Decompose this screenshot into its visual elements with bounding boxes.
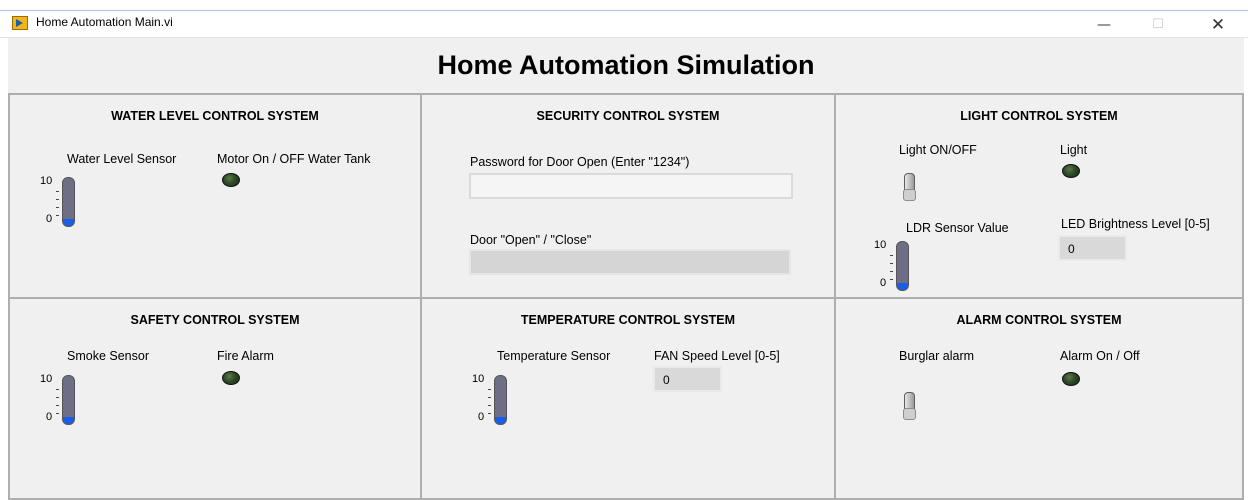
ldr-scale-max: 10 [874,239,887,251]
temperature-section: TEMPERATURE CONTROL SYSTEM Temperature S… [420,297,836,500]
smoke-sensor-label: Smoke Sensor [67,349,149,363]
water-level-title: WATER LEVEL CONTROL SYSTEM [111,109,319,123]
smoke-sensor-fill [63,417,74,424]
tank-scale-min: 0 [46,213,53,225]
water-level-sensor-label: Water Level Sensor [67,152,177,166]
page-title: Home Automation Simulation [437,50,815,80]
light-section: LIGHT CONTROL SYSTEM Light ON/OFF Light … [834,93,1244,299]
light-title: LIGHT CONTROL SYSTEM [960,109,1118,123]
water-level-tube[interactable] [62,177,75,227]
fan-speed-label: FAN Speed Level [0-5] [654,349,780,363]
temperature-scale-min: 0 [478,411,485,423]
smoke-scale-max: 10 [40,373,53,385]
fan-speed-display: 0 [653,366,722,392]
water-level-section: WATER LEVEL CONTROL SYSTEM Water Level S… [8,93,422,299]
security-title: SECURITY CONTROL SYSTEM [536,109,720,123]
water-level-fill [63,219,74,226]
alarm-section: ALARM CONTROL SYSTEM Burglar alarm Alarm… [834,297,1244,500]
burglar-alarm-label: Burglar alarm [899,349,975,363]
security-section: SECURITY CONTROL SYSTEM Password for Doo… [420,93,836,299]
ldr-sensor-tube[interactable] [896,241,909,291]
door-status-display [469,249,791,275]
tank-scale-max: 10 [40,175,53,187]
fire-alarm-led [222,371,240,385]
title-area: Home Automation Simulation [8,38,1244,93]
smoke-sensor-tank: 10 0 [40,373,76,429]
temperature-sensor-label: Temperature Sensor [497,349,611,363]
close-button[interactable]: ✕ [1196,10,1240,38]
labview-app-icon [12,16,28,30]
alarm-onoff-label: Alarm On / Off [1060,349,1140,363]
burglar-alarm-toggle[interactable] [900,390,916,420]
light-led-label: Light [1060,143,1088,157]
motor-label: Motor On / OFF Water Tank [217,152,371,166]
smoke-sensor-tube[interactable] [62,375,75,425]
temperature-sensor-tank: 10 0 [472,373,508,429]
light-switch-label: Light ON/OFF [899,143,977,157]
password-label: Password for Door Open (Enter "1234") [470,155,690,169]
maximize-button[interactable]: ☐ [1136,10,1180,38]
smoke-scale-min: 0 [46,411,53,423]
led-brightness-label: LED Brightness Level [0-5] [1061,217,1210,231]
led-brightness-display: 0 [1058,235,1127,261]
temperature-sensor-fill [495,417,506,424]
minimize-button[interactable]: — [1082,10,1126,38]
ldr-scale-min: 0 [880,277,887,289]
safety-title: SAFETY CONTROL SYSTEM [130,313,300,327]
ldr-sensor-fill [897,283,908,290]
front-panel: Home Automation Simulation WATER LEVEL C… [8,38,1244,500]
light-toggle-switch[interactable] [900,171,916,201]
light-led [1062,164,1080,178]
ldr-sensor-tank: 10 0 [874,239,910,295]
window-title: Home Automation Main.vi [36,15,173,29]
temperature-title: TEMPERATURE CONTROL SYSTEM [520,313,736,327]
safety-section: SAFETY CONTROL SYSTEM Smoke Sensor 10 0 … [8,297,422,500]
temperature-sensor-tube[interactable] [494,375,507,425]
password-input[interactable] [469,173,793,199]
window-titlebar: Home Automation Main.vi — ☐ ✕ [0,0,1248,38]
water-level-tank: 10 0 [40,175,76,231]
alarm-led [1062,372,1080,386]
door-status-label: Door "Open" / "Close" [470,233,592,247]
temperature-scale-max: 10 [472,373,485,385]
ldr-sensor-label: LDR Sensor Value [906,221,1009,235]
alarm-title: ALARM CONTROL SYSTEM [956,313,1122,327]
window-top-border [0,10,1248,11]
motor-led [222,173,240,187]
fire-alarm-label: Fire Alarm [217,349,274,363]
